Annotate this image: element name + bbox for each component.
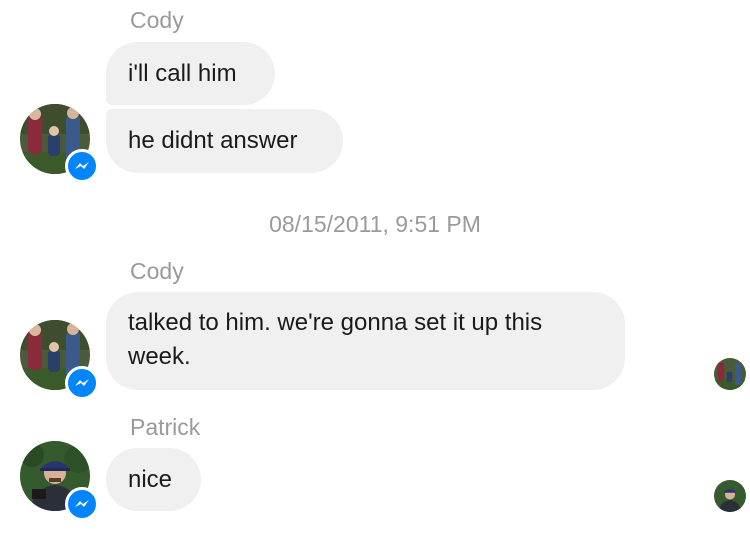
- message-bubble[interactable]: nice: [106, 448, 201, 511]
- sender-name: Patrick: [130, 414, 201, 440]
- message-text: i'll call him: [128, 59, 237, 87]
- message-bubble[interactable]: i'll call him: [106, 42, 275, 105]
- messenger-badge-icon: [65, 366, 99, 400]
- message-text: nice: [128, 465, 173, 493]
- sender-name: Cody: [130, 258, 184, 284]
- messenger-badge-icon: [65, 487, 99, 521]
- messenger-badge-icon: [65, 149, 99, 183]
- sender-name: Cody: [130, 7, 184, 33]
- family-photo-avatar: [714, 358, 746, 390]
- message-text: he didnt answer: [128, 127, 298, 154]
- message-bubble[interactable]: he didnt answer: [106, 109, 343, 173]
- read-receipt-avatar: [714, 358, 746, 390]
- read-receipt-avatar: [714, 480, 746, 512]
- message-text: talked to him. we're gonna set it up thi…: [128, 309, 543, 370]
- message-bubble[interactable]: talked to him. we're gonna set it up thi…: [106, 292, 625, 390]
- man-with-cap-avatar: [714, 480, 746, 512]
- timestamp: 08/15/2011, 9:51 PM: [269, 211, 481, 237]
